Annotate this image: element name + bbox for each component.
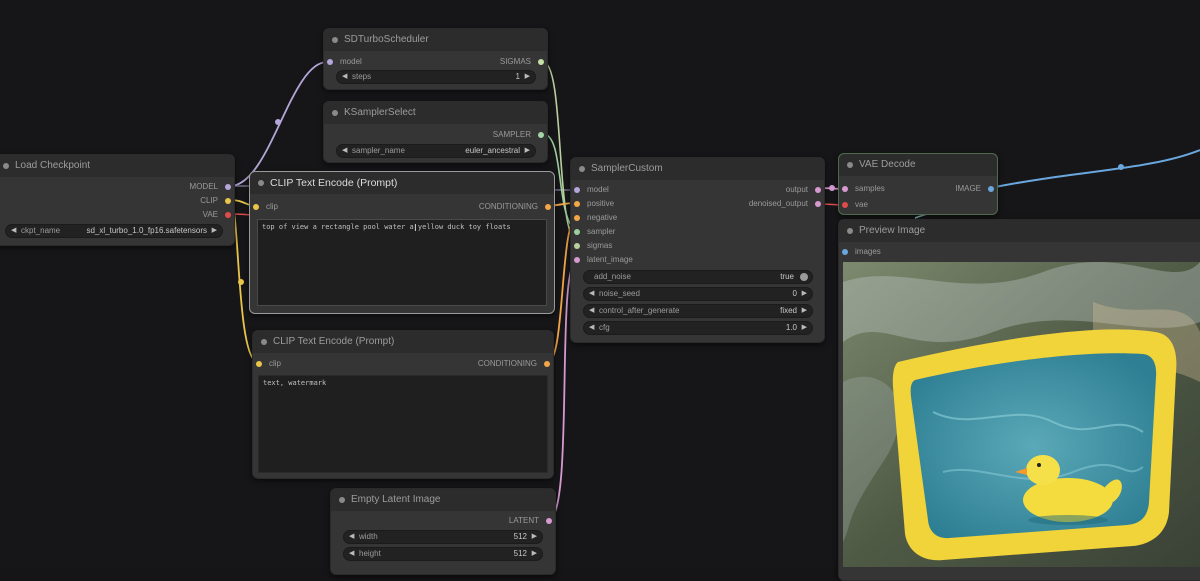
arrow-left-icon[interactable]: ◀ xyxy=(589,288,594,300)
node-title[interactable]: Load Checkpoint xyxy=(0,155,234,177)
arrow-left-icon[interactable]: ◀ xyxy=(589,322,594,334)
input-clip[interactable]: clip xyxy=(256,358,281,370)
node-title[interactable]: Preview Image xyxy=(839,220,1200,242)
node-title[interactable]: Empty Latent Image xyxy=(331,489,555,511)
noise-seed-widget[interactable]: ◀ noise_seed 0 ▶ xyxy=(583,287,813,301)
output-output[interactable]: output xyxy=(786,184,821,196)
input-vae[interactable]: vae xyxy=(842,199,868,211)
input-sampler[interactable]: sampler xyxy=(574,226,615,238)
node-sampler-custom[interactable]: SamplerCustom model positive negative sa… xyxy=(570,157,825,343)
input-clip[interactable]: clip xyxy=(253,201,278,213)
output-conditioning[interactable]: CONDITIONING xyxy=(478,358,550,370)
output-clip[interactable]: CLIP xyxy=(200,195,231,207)
duck-pool-image xyxy=(843,262,1200,567)
width-widget[interactable]: ◀ width 512 ▶ xyxy=(343,530,543,544)
arrow-left-icon[interactable]: ◀ xyxy=(349,531,354,543)
output-vae[interactable]: VAE xyxy=(203,209,231,221)
toggle-knob-icon[interactable] xyxy=(800,273,808,281)
input-latent-image[interactable]: latent_image xyxy=(574,254,633,266)
node-title[interactable]: SDTurboScheduler xyxy=(324,29,547,51)
output-sigmas[interactable]: SIGMAS xyxy=(500,56,544,68)
node-sd-turbo-scheduler[interactable]: SDTurboScheduler model SIGMAS ◀ steps 1 … xyxy=(323,28,548,90)
cfg-widget[interactable]: ◀ cfg 1.0 ▶ xyxy=(583,321,813,335)
input-model[interactable]: model xyxy=(327,56,362,68)
height-widget[interactable]: ◀ height 512 ▶ xyxy=(343,547,543,561)
steps-widget[interactable]: ◀ steps 1 ▶ xyxy=(336,70,536,84)
node-graph-canvas[interactable]: SDTurboScheduler model SIGMAS ◀ steps 1 … xyxy=(0,0,1200,581)
node-title[interactable]: VAE Decode xyxy=(839,154,997,176)
arrow-right-icon[interactable]: ▶ xyxy=(802,288,807,300)
node-ksampler-select[interactable]: KSamplerSelect SAMPLER ◀ sampler_name eu… xyxy=(323,101,548,163)
node-vae-decode[interactable]: VAE Decode samples vae IMAGE xyxy=(838,153,998,215)
arrow-right-icon[interactable]: ▶ xyxy=(525,145,530,157)
ckpt-name-widget[interactable]: ◀ ckpt_name sd_xl_turbo_1.0_fp16.safeten… xyxy=(5,224,223,238)
arrow-right-icon[interactable]: ▶ xyxy=(802,322,807,334)
prompt-textarea[interactable]: top of view a rectangle pool water a yel… xyxy=(257,219,547,306)
preview-output-image xyxy=(843,262,1200,567)
node-title[interactable]: KSamplerSelect xyxy=(324,102,547,124)
prompt-textarea[interactable]: text, watermark xyxy=(258,375,548,473)
arrow-left-icon[interactable]: ◀ xyxy=(589,305,594,317)
arrow-left-icon[interactable]: ◀ xyxy=(342,145,347,157)
arrow-left-icon[interactable]: ◀ xyxy=(349,548,354,560)
node-empty-latent-image[interactable]: Empty Latent Image LATENT ◀ width 512 ▶ … xyxy=(330,488,556,575)
node-clip-text-encode-negative[interactable]: CLIP Text Encode (Prompt) clip CONDITION… xyxy=(252,330,554,479)
wire-model xyxy=(229,61,328,187)
control-after-generate-widget[interactable]: ◀ control_after_generate fixed ▶ xyxy=(583,304,813,318)
output-image[interactable]: IMAGE xyxy=(955,183,994,195)
arrow-left-icon[interactable]: ◀ xyxy=(342,71,347,83)
sampler-name-widget[interactable]: ◀ sampler_name euler_ancestral ▶ xyxy=(336,144,536,158)
output-denoised[interactable]: denoised_output xyxy=(749,198,821,210)
input-negative[interactable]: negative xyxy=(574,212,617,224)
arrow-right-icon[interactable]: ▶ xyxy=(802,305,807,317)
add-noise-toggle[interactable]: add_noise true xyxy=(583,270,813,284)
output-model[interactable]: MODEL xyxy=(190,181,231,193)
output-sampler[interactable]: SAMPLER xyxy=(493,129,544,141)
node-clip-text-encode-positive[interactable]: CLIP Text Encode (Prompt) clip CONDITION… xyxy=(249,171,555,314)
input-samples[interactable]: samples xyxy=(842,183,885,195)
input-sigmas[interactable]: sigmas xyxy=(574,240,612,252)
arrow-left-icon[interactable]: ◀ xyxy=(11,225,16,237)
node-title[interactable]: CLIP Text Encode (Prompt) xyxy=(250,172,554,194)
arrow-right-icon[interactable]: ▶ xyxy=(525,71,530,83)
wire-image xyxy=(989,149,1200,189)
input-positive[interactable]: positive xyxy=(574,198,614,210)
output-conditioning[interactable]: CONDITIONING xyxy=(479,201,551,213)
arrow-right-icon[interactable]: ▶ xyxy=(532,548,537,560)
node-title[interactable]: CLIP Text Encode (Prompt) xyxy=(253,331,553,353)
output-latent[interactable]: LATENT xyxy=(509,515,552,527)
node-load-checkpoint[interactable]: Load Checkpoint MODEL CLIP VAE ◀ ckpt_na… xyxy=(0,154,235,246)
node-title[interactable]: SamplerCustom xyxy=(571,158,824,180)
arrow-right-icon[interactable]: ▶ xyxy=(532,531,537,543)
text-cursor-icon: I xyxy=(414,223,417,234)
arrow-right-icon[interactable]: ▶ xyxy=(212,225,217,237)
input-images[interactable]: images xyxy=(842,246,881,258)
input-model[interactable]: model xyxy=(574,184,609,196)
